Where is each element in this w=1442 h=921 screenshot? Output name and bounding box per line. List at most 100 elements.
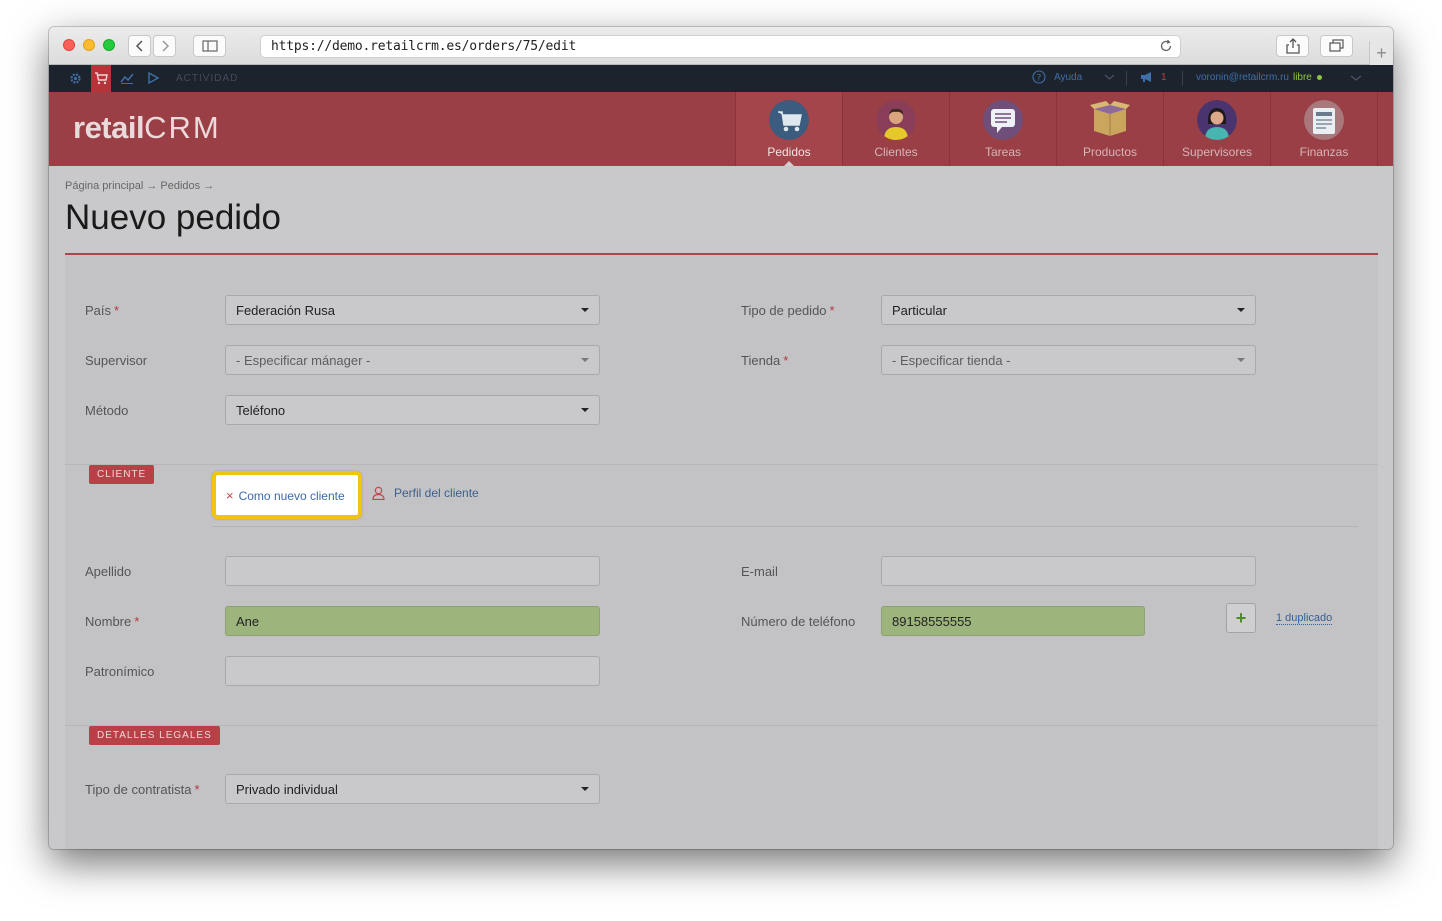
caret-down-icon (581, 308, 589, 312)
metodo-label: Método (85, 403, 129, 418)
nav-label: Clientes (874, 145, 918, 159)
help-menu[interactable]: ? Ayuda (1032, 70, 1115, 84)
client-profile-link[interactable]: Perfil del cliente (372, 486, 479, 500)
cliente-section-tag: CLIENTE (89, 465, 155, 484)
legal-section-tag: DETALLES LEGALES (89, 726, 220, 745)
contratista-select[interactable]: Privado individual (225, 774, 600, 804)
nav-item-supervisores[interactable]: Supervisores (1163, 92, 1270, 166)
nav-item-clientes[interactable]: Clientes (842, 92, 949, 166)
minimize-window-button[interactable] (83, 39, 95, 51)
nav-label: Finanzas (1299, 145, 1349, 159)
cart-icon (769, 100, 809, 140)
client-divider (212, 526, 1358, 527)
nombre-input[interactable]: Ane (225, 606, 600, 636)
activity-label[interactable]: ACTIVIDAD (176, 73, 238, 84)
nav-item-productos[interactable]: Productos (1056, 92, 1163, 166)
nav-item-finanzas[interactable]: Finanzas (1270, 92, 1377, 166)
add-phone-button[interactable]: + (1226, 603, 1256, 633)
email-input[interactable] (881, 556, 1256, 586)
patronimico-label: Patronímico (85, 664, 155, 679)
app-header: retailCRM Pedidos Clientes Tareas Produc… (49, 92, 1393, 167)
logo-retail-text: retail (73, 110, 145, 145)
manager-avatar-icon (1197, 100, 1237, 140)
analytics-chart-icon[interactable] (119, 70, 135, 86)
nav-label: Tareas (984, 145, 1022, 159)
chevron-right-icon (161, 40, 169, 52)
crm-top-bar: ACTIVIDAD ? Ayuda 1 voronin@retailcrm.ru… (49, 65, 1393, 92)
divider (1126, 71, 1127, 86)
new-tab-button[interactable]: + (1369, 41, 1393, 65)
address-bar[interactable]: https://demo.retailcrm.es/orders/75/edit (260, 35, 1181, 58)
browser-window: https://demo.retailcrm.es/orders/75/edit… (49, 27, 1393, 849)
notifications-count: 1 (1161, 71, 1167, 83)
sidebar-toggle-button[interactable] (193, 35, 226, 57)
tabs-overview-button[interactable] (1320, 35, 1353, 57)
tipo-pedido-label: Tipo de pedido * (741, 303, 835, 318)
retailcrm-logo[interactable]: retailCRM (73, 110, 221, 146)
share-button[interactable] (1276, 35, 1309, 57)
contratista-value: Privado individual (236, 782, 338, 797)
reload-icon[interactable] (1158, 38, 1174, 54)
telefono-label: Número de teléfono (741, 614, 856, 629)
tienda-value: - Especificar tienda - (892, 353, 1011, 368)
patronimico-input[interactable] (225, 656, 600, 686)
sidebar-icon (201, 40, 218, 52)
nombre-value: Ane (236, 614, 260, 629)
supervisor-value: - Especificar mánager - (236, 353, 371, 368)
telefono-value: 89158555555 (892, 614, 972, 629)
browser-toolbar: https://demo.retailcrm.es/orders/75/edit… (49, 27, 1393, 65)
settings-gear-icon[interactable] (67, 70, 83, 86)
notifications-button[interactable]: 1 (1140, 71, 1167, 83)
nav-label: Productos (1082, 145, 1138, 159)
caret-down-icon (581, 358, 589, 362)
user-menu[interactable]: voronin@retailcrm.ru libre (1196, 72, 1322, 83)
caret-down-icon (581, 408, 589, 412)
status-dot (1316, 74, 1322, 80)
forward-button[interactable] (153, 35, 176, 57)
tabs-icon (1328, 39, 1344, 52)
chevron-down-icon (1104, 74, 1115, 80)
cart-icon (95, 72, 108, 85)
supervisor-label: Supervisor (85, 353, 148, 368)
nav-item-pedidos[interactable]: Pedidos (735, 92, 842, 167)
metodo-select[interactable]: Teléfono (225, 395, 600, 425)
section-divider (65, 725, 1378, 726)
tipo-pedido-select[interactable]: Particular (881, 295, 1256, 325)
caret-down-icon (1237, 358, 1245, 362)
divider (1182, 71, 1183, 86)
play-icon[interactable] (145, 70, 161, 86)
duplicate-link[interactable]: 1 duplicado (1276, 612, 1333, 625)
box-icon (1090, 100, 1130, 140)
breadcrumb[interactable]: Página principal → Pedidos → (65, 180, 214, 192)
caret-down-icon (1237, 308, 1245, 312)
new-client-label: Como nuevo cliente (238, 488, 345, 503)
tienda-select[interactable]: - Especificar tienda - (881, 345, 1256, 375)
apellido-input[interactable] (225, 556, 600, 586)
question-circle-icon: ? (1032, 70, 1046, 84)
help-label: Ayuda (1054, 71, 1083, 83)
finance-doc-icon (1304, 100, 1344, 140)
pais-select[interactable]: Federación Rusa (225, 295, 600, 325)
telefono-input[interactable]: 89158555555 (881, 606, 1145, 636)
metodo-value: Teléfono (236, 403, 286, 418)
nav-item-tareas[interactable]: Tareas (949, 92, 1056, 166)
orders-shortcut[interactable] (91, 65, 111, 92)
back-button[interactable] (128, 35, 151, 57)
svg-text:?: ? (1037, 74, 1042, 84)
order-form: País * Federación Rusa Tipo de pedido * Pa… (65, 255, 1378, 849)
new-client-highlight[interactable]: × Como nuevo cliente (212, 471, 362, 519)
maximize-window-button[interactable] (103, 39, 115, 51)
tipo-pedido-value: Particular (892, 303, 947, 318)
tienda-label: Tienda * (741, 353, 789, 368)
close-window-button[interactable] (63, 39, 75, 51)
share-icon (1285, 38, 1300, 54)
url-text: https://demo.retailcrm.es/orders/75/edit (271, 39, 577, 54)
pais-value: Federación Rusa (236, 303, 335, 318)
logo-crm-text: CRM (144, 110, 221, 145)
nav-label: Pedidos (767, 145, 811, 159)
client-profile-label: Perfil del cliente (394, 486, 479, 500)
supervisor-select[interactable]: - Especificar mánager - (225, 345, 600, 375)
new-client-link[interactable]: × Como nuevo cliente (226, 488, 345, 503)
page-content: Página principal → Pedidos → Nuevo pedid… (49, 166, 1393, 849)
chevron-down-icon[interactable] (1350, 72, 1362, 84)
